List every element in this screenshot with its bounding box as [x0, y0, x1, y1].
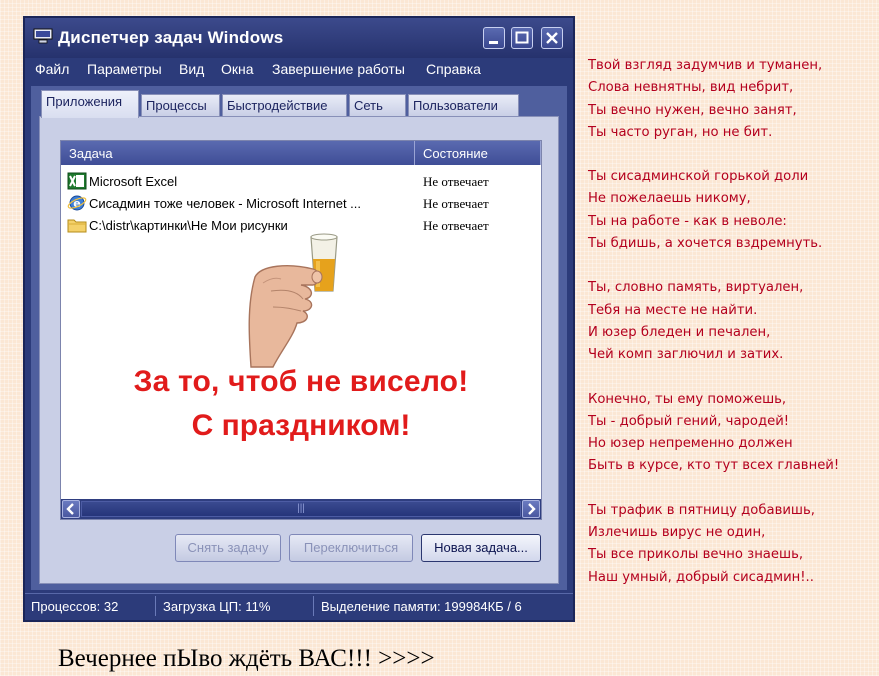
table-row[interactable]: Microsoft Excel Не отвечает: [61, 171, 541, 193]
poem-line: Тебя на месте не найти.: [588, 302, 758, 318]
poem-line: Ты все приколы вечно знаешь,: [588, 547, 804, 563]
tab-users[interactable]: Пользователи: [408, 94, 519, 116]
hand-with-glass-illustration: [248, 233, 338, 368]
task-name: Microsoft Excel: [89, 174, 178, 189]
chevron-left-icon: [66, 503, 74, 515]
poem-line: Наш умный, добрый сисадмин!..: [588, 569, 814, 585]
task-list[interactable]: Задача Состояние Microsoft Excel Не отве…: [60, 140, 542, 520]
status-bar: Процессов: 32 Загрузка ЦП: 11% Выделение…: [25, 593, 573, 620]
tab-processes[interactable]: Процессы: [141, 94, 220, 116]
poem-line: Быть в курсе, кто тут всех главней!: [588, 458, 840, 474]
task-manager-icon: [33, 28, 53, 44]
minimize-icon: [489, 41, 498, 44]
internet-explorer-icon: e: [67, 195, 87, 211]
window-title: Диспетчер задач Windows: [58, 28, 284, 47]
poem-line: Ты, словно память, виртуален,: [588, 280, 804, 296]
poem-line: Излечишь вирус не один,: [588, 525, 766, 541]
poem-line: Слова невнятны, вид небрит,: [588, 80, 794, 96]
slogan-line-1: За то, чтоб не висело!: [133, 365, 469, 398]
menu-file[interactable]: Файл: [35, 61, 69, 77]
scroll-left-button[interactable]: [62, 500, 80, 518]
poem-line: Чей комп заглючил и затих.: [588, 347, 784, 363]
excel-icon: [67, 172, 87, 190]
column-task[interactable]: Задача: [61, 141, 415, 165]
close-button[interactable]: [541, 27, 563, 49]
task-status: Не отвечает: [423, 196, 489, 211]
poem: Твой взгляд задумчив и туманен, Слова не…: [588, 55, 873, 611]
task-name: Сисадмин тоже человек - Microsoft Intern…: [89, 196, 362, 211]
poem-line: Ты сисадминской горькой доли: [588, 169, 809, 185]
menu-bar: Файл Параметры Вид Окна Завершение работ…: [25, 58, 573, 82]
poem-line: Конечно, ты ему поможешь,: [588, 391, 787, 407]
poem-line: Твой взгляд задумчив и туманен,: [588, 58, 823, 73]
poem-line: Ты бдишь, а хочется вздремнуть.: [588, 236, 823, 252]
menu-help[interactable]: Справка: [426, 61, 481, 77]
end-task-button[interactable]: Снять задачу: [175, 534, 281, 562]
minimize-button[interactable]: [483, 27, 505, 49]
scroll-thumb[interactable]: |||: [81, 501, 521, 517]
horizontal-scrollbar[interactable]: |||: [61, 499, 541, 519]
poem-line: Не пожелаешь никому,: [588, 191, 751, 207]
task-manager-window: Диспетчер задач Windows Файл Параметры В…: [23, 16, 575, 622]
poem-stanza: Ты, словно память, виртуален, Тебя на ме…: [588, 277, 873, 366]
tab-network[interactable]: Сеть: [349, 94, 406, 116]
menu-shutdown[interactable]: Завершение работы: [272, 61, 405, 77]
menu-windows[interactable]: Окна: [221, 61, 254, 77]
poem-stanza: Ты сисадминской горькой доли Не пожелаеш…: [588, 166, 873, 255]
column-status[interactable]: Состояние: [415, 141, 541, 165]
slogan-line-2: С праздником!: [191, 409, 411, 442]
switch-to-button[interactable]: Переключиться: [289, 534, 413, 562]
maximize-button[interactable]: [511, 27, 533, 49]
menu-view[interactable]: Вид: [179, 61, 204, 77]
tab-performance[interactable]: Быстродействие: [222, 94, 347, 116]
scroll-right-button[interactable]: [522, 500, 540, 518]
new-task-button[interactable]: Новая задача...: [421, 534, 541, 562]
maximize-icon: [515, 31, 529, 44]
table-row[interactable]: e Сисадмин тоже человек - Microsoft Inte…: [61, 193, 541, 215]
footer-link[interactable]: Вечернее пЫво ждёть ВАС!!! >>>>: [58, 645, 435, 673]
task-status: Не отвечает: [423, 174, 489, 189]
task-status: Не отвечает: [423, 218, 489, 233]
poem-stanza: Ты трафик в пятницу добавишь, Излечишь в…: [588, 500, 873, 589]
poem-line: Ты часто руган, но не бит.: [588, 124, 773, 140]
poem-line: Ты трафик в пятницу добавишь,: [588, 502, 815, 518]
poem-line: Но юзер непременно должен: [588, 436, 793, 452]
poem-line: Ты - добрый гений, чародей!: [588, 413, 790, 429]
poem-line: И юзер бледен и печален,: [588, 324, 771, 340]
close-icon: [546, 32, 558, 44]
status-memory: Выделение памяти: 199984КБ / 6: [321, 599, 522, 614]
tab-applications[interactable]: Приложения: [41, 90, 139, 118]
folder-icon: [67, 219, 87, 233]
status-processes: Процессов: 32: [31, 599, 119, 614]
poem-line: Ты на работе - как в неволе:: [588, 213, 787, 229]
title-bar[interactable]: Диспетчер задач Windows: [25, 18, 573, 58]
menu-options[interactable]: Параметры: [87, 61, 162, 77]
poem-stanza: Твой взгляд задумчив и туманен, Слова не…: [588, 55, 873, 144]
status-cpu: Загрузка ЦП: 11%: [163, 599, 271, 614]
chevron-right-icon: [528, 503, 536, 515]
poem-line: Ты вечно нужен, вечно занят,: [588, 102, 797, 118]
poem-stanza: Конечно, ты ему поможешь, Ты - добрый ге…: [588, 389, 873, 478]
